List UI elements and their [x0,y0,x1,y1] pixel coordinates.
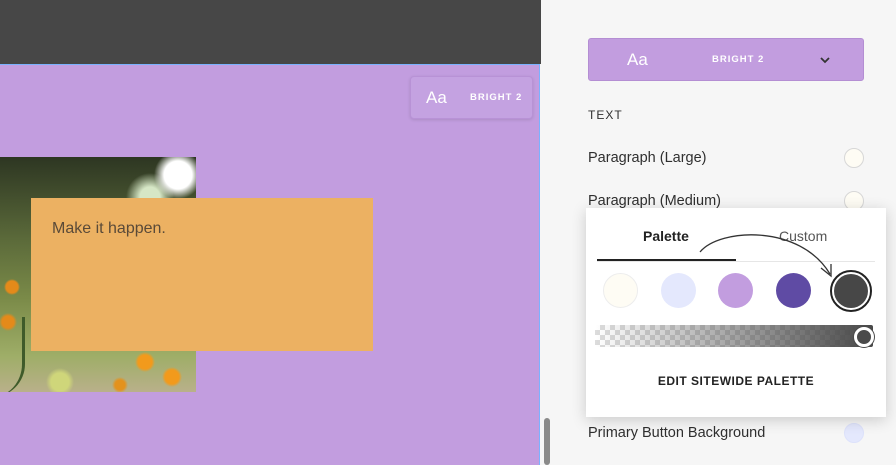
row-label: Paragraph (Medium) [588,193,721,209]
site-canvas: Aa BRIGHT 2 Make it happen. [0,0,550,465]
text-block[interactable]: Make it happen. [31,198,373,351]
canvas-scrollbar[interactable] [544,418,550,465]
theme-dropdown[interactable]: Aa BRIGHT 2 [588,38,864,81]
opacity-slider-handle[interactable] [854,327,874,347]
color-row-primary-button-background[interactable]: Primary Button Background [588,423,864,443]
section-theme-badge[interactable]: Aa BRIGHT 2 [410,76,533,119]
text-section-heading: TEXT [588,108,623,122]
row-label: Paragraph (Large) [588,150,707,166]
chevron-down-icon [820,53,830,67]
tab-palette[interactable]: Palette [643,228,689,244]
row-label: Primary Button Background [588,425,766,441]
site-header-area [0,0,541,64]
annotation-arrow-icon [699,234,832,278]
palette-swatch-lightest[interactable] [603,273,638,308]
page-section[interactable]: Aa BRIGHT 2 Make it happen. [0,64,540,465]
color-swatch[interactable] [844,423,864,443]
color-swatch[interactable] [844,148,864,168]
text-block-content: Make it happen. [52,220,166,237]
theme-dropdown-sample: Aa [627,49,648,69]
opacity-slider[interactable] [595,325,873,347]
edit-sitewide-palette-link[interactable]: EDIT SITEWIDE PALETTE [586,374,886,388]
theme-name: BRIGHT 2 [470,92,523,103]
color-row-paragraph-large[interactable]: Paragraph (Large) [588,148,864,168]
theme-dropdown-name: BRIGHT 2 [712,54,765,65]
theme-sample-text: Aa [426,87,447,107]
